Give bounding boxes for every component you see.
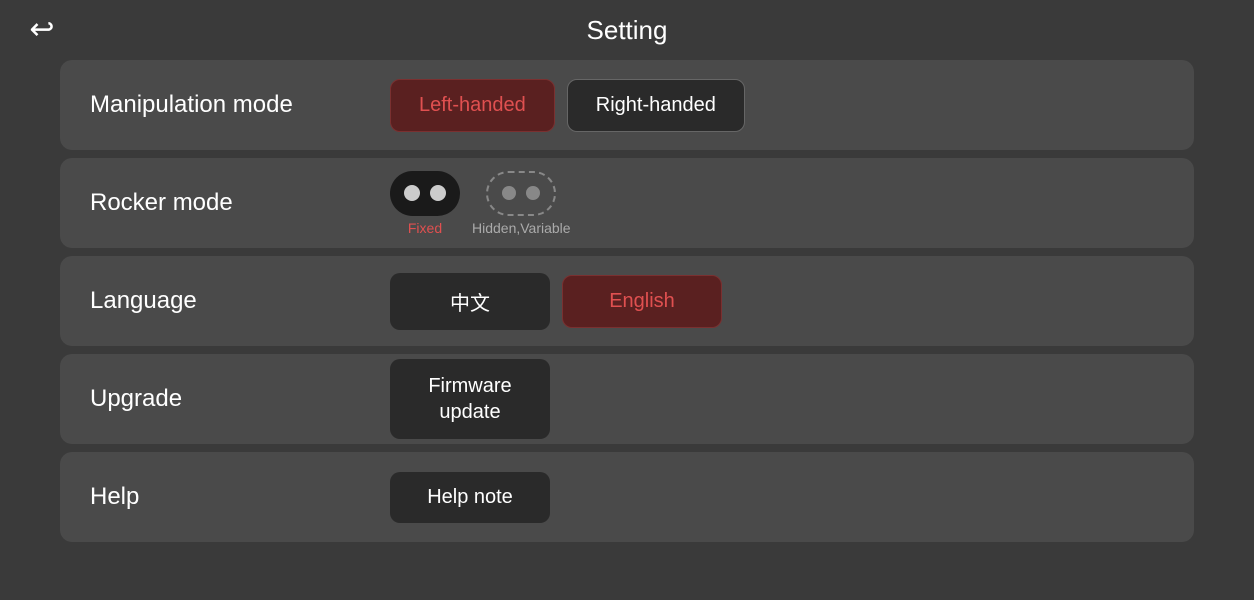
rocker-fixed-icon: [390, 171, 460, 216]
firmware-update-button[interactable]: Firmwareupdate: [390, 359, 550, 439]
back-arrow-icon: ↩: [29, 15, 54, 45]
rocker-hidden-dot-left: [502, 186, 516, 200]
rocker-mode-controls: Fixed Hidden,Variable: [390, 171, 571, 236]
rocker-dot-left: [404, 185, 420, 201]
help-controls: Help note: [390, 472, 550, 523]
rocker-dot-right: [430, 185, 446, 201]
rocker-fixed-option[interactable]: Fixed: [390, 171, 460, 236]
language-controls: 中文 English: [390, 273, 722, 330]
page-title: Setting: [587, 15, 668, 46]
help-label: Help: [90, 483, 390, 511]
help-note-button[interactable]: Help note: [390, 472, 550, 523]
rocker-hidden-label: Hidden,Variable: [472, 220, 571, 236]
left-handed-button[interactable]: Left-handed: [390, 79, 555, 132]
right-handed-button[interactable]: Right-handed: [567, 79, 745, 132]
language-row: Language 中文 English: [60, 256, 1194, 346]
manipulation-mode-row: Manipulation mode Left-handed Right-hand…: [60, 60, 1194, 150]
header: ↩ Setting: [0, 0, 1254, 60]
upgrade-label: Upgrade: [90, 385, 390, 413]
rocker-mode-row: Rocker mode Fixed Hidden,Variable: [60, 158, 1194, 248]
rocker-mode-label: Rocker mode: [90, 189, 390, 217]
rocker-fixed-label: Fixed: [408, 220, 442, 236]
back-button[interactable]: ↩: [20, 8, 64, 52]
help-row: Help Help note: [60, 452, 1194, 542]
upgrade-row: Upgrade Firmwareupdate: [60, 354, 1194, 444]
manipulation-mode-controls: Left-handed Right-handed: [390, 79, 745, 132]
english-button[interactable]: English: [562, 275, 722, 328]
rocker-hidden-icon: [486, 171, 556, 216]
rocker-hidden-dot-right: [526, 186, 540, 200]
chinese-button[interactable]: 中文: [390, 273, 550, 330]
language-label: Language: [90, 287, 390, 315]
settings-container: Manipulation mode Left-handed Right-hand…: [0, 60, 1254, 542]
upgrade-controls: Firmwareupdate: [390, 359, 550, 439]
manipulation-mode-label: Manipulation mode: [90, 91, 390, 119]
rocker-hidden-option[interactable]: Hidden,Variable: [472, 171, 571, 236]
